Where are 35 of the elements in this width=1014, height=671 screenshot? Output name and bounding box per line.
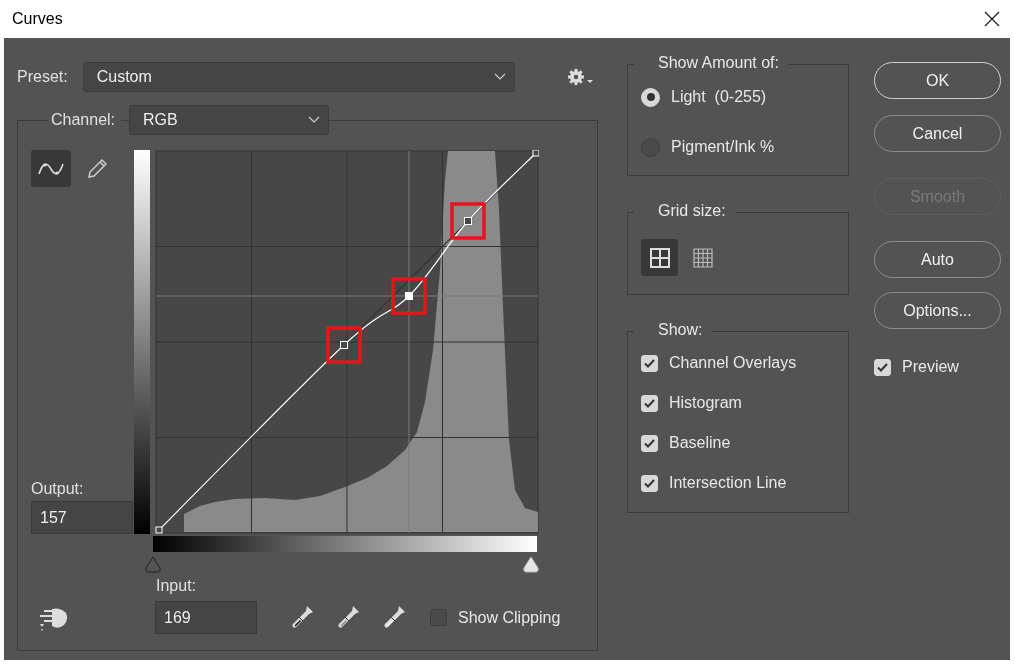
checkbox-label: Histogram (669, 394, 742, 412)
window-title: Curves (12, 10, 63, 28)
check-icon (644, 478, 655, 488)
grid-button[interactable] (641, 239, 678, 276)
check-icon (644, 398, 655, 408)
fine-grid-icon (692, 247, 713, 268)
grid-icon (649, 247, 670, 268)
check-icon (644, 438, 655, 448)
slider-handle[interactable] (145, 556, 161, 573)
channel-dropdown[interactable]: RGB (129, 105, 330, 135)
preview-label: Preview (902, 358, 959, 376)
checkbox-label: Intersection Line (669, 474, 787, 492)
output-label: Output: (31, 480, 85, 498)
gear-icon[interactable] (566, 68, 593, 86)
check-icon (877, 362, 888, 372)
preset-dropdown[interactable]: Custom (82, 62, 515, 92)
output-field[interactable]: 157 (31, 501, 133, 534)
input-label: Input: (156, 577, 198, 596)
preset-label: Preset: (17, 68, 68, 86)
check-icon (644, 358, 655, 368)
checkbox-label: Baseline (669, 434, 731, 452)
curve-tool[interactable] (31, 150, 71, 187)
caret-icon (308, 116, 321, 124)
radio-label: Pigment/Ink % (671, 138, 775, 156)
checkbox-label: Channel Overlays (669, 354, 797, 372)
curve-endpoint (155, 526, 163, 534)
show-clipping-label: Show Clipping (458, 608, 561, 627)
slider-handle[interactable] (523, 556, 539, 573)
caret-icon (493, 73, 506, 81)
radio-label: Light (0-255) (671, 88, 767, 106)
input-field[interactable]: 169 (155, 601, 257, 634)
close-icon[interactable] (984, 11, 1000, 27)
radio-dot-icon (646, 93, 655, 101)
curve-endpoint (532, 150, 539, 157)
pencil-icon (85, 156, 109, 181)
